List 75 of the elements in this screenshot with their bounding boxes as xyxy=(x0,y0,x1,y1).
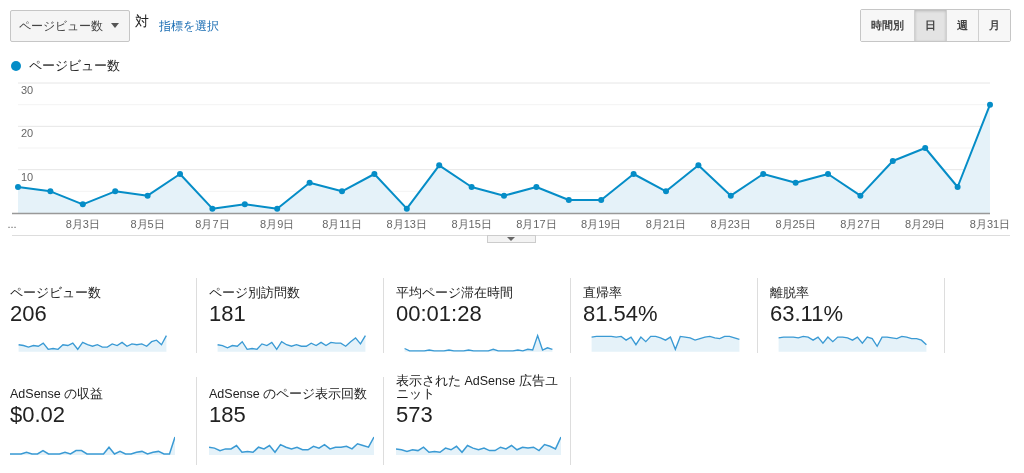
data-point xyxy=(760,171,767,177)
x-tick-label: 8月5日 xyxy=(130,218,165,230)
x-tick-label: 8月17日 xyxy=(516,218,557,230)
x-tick-label: ... xyxy=(7,218,17,230)
data-point xyxy=(922,145,929,151)
x-tick-label: 8月7日 xyxy=(195,218,230,230)
legend-label: ページビュー数 xyxy=(29,57,120,76)
y-tick-label: 20 xyxy=(21,127,34,140)
select-metric-link[interactable]: 指標を選択 xyxy=(159,16,219,35)
x-tick-label: 8月11日 xyxy=(322,218,362,230)
metric-label: 平均ページ滞在時間 xyxy=(396,284,514,302)
x-tick-label: 8月9日 xyxy=(260,218,295,230)
caret-icon xyxy=(111,23,119,28)
y-tick-label: 30 xyxy=(21,84,34,96)
metric-label: AdSense の収益 xyxy=(10,386,105,403)
data-point xyxy=(695,162,702,169)
data-point xyxy=(371,171,378,177)
data-point xyxy=(857,192,864,199)
x-tick-label: 8月29日 xyxy=(905,218,946,230)
x-tick-label: 8月23日 xyxy=(710,218,751,230)
data-point xyxy=(727,192,734,199)
data-point xyxy=(436,162,443,169)
expand-handle[interactable] xyxy=(487,235,536,243)
data-point xyxy=(987,101,993,108)
data-point xyxy=(241,201,248,208)
data-point xyxy=(954,184,961,190)
metric-value: 63.11% xyxy=(770,301,844,326)
metric-value: 185 xyxy=(209,403,247,427)
data-point xyxy=(598,197,605,203)
metric-value: 181 xyxy=(209,301,247,326)
metric-value: 206 xyxy=(10,301,48,326)
data-point xyxy=(630,171,637,177)
metric-label: AdSense のページ表示回数 xyxy=(209,386,369,403)
granularity-tab[interactable]: 月 xyxy=(978,10,1010,41)
data-point xyxy=(468,184,475,190)
x-tick-label: 8月31日 xyxy=(969,218,1011,230)
data-point xyxy=(79,201,86,208)
data-point xyxy=(792,179,799,186)
granularity-tab[interactable]: 日 xyxy=(914,10,946,41)
x-tick-label: 8月13日 xyxy=(386,218,427,230)
x-tick-label: 8月19日 xyxy=(581,218,622,230)
granularity-tab[interactable]: 週 xyxy=(946,10,978,41)
data-point xyxy=(144,192,151,199)
data-point xyxy=(565,197,572,203)
metric-value: 81.54% xyxy=(583,301,659,326)
metric-value: $0.02 xyxy=(10,403,67,427)
data-point xyxy=(15,184,21,190)
data-point xyxy=(403,205,410,212)
x-tick-label: 8月21日 xyxy=(645,218,687,230)
data-point xyxy=(339,188,345,195)
data-point xyxy=(209,205,216,212)
metric-label: 離脱率 xyxy=(770,284,810,302)
metric-label: ページビュー数 xyxy=(10,284,102,302)
data-point xyxy=(274,205,281,212)
data-point xyxy=(663,188,669,195)
metric-value: 00:01:28 xyxy=(396,301,483,326)
data-point xyxy=(306,179,313,186)
data-point xyxy=(501,192,507,199)
data-point xyxy=(112,188,119,195)
x-tick-label: 8月3日 xyxy=(65,218,100,230)
x-tick-label: 8月27日 xyxy=(840,218,881,230)
granularity-tab[interactable]: 時間別 xyxy=(861,10,914,41)
metric-label: ページ別訪問数 xyxy=(209,284,301,302)
x-tick-label: 8月25日 xyxy=(775,218,816,230)
metric-label: 直帰率 xyxy=(583,284,623,302)
data-point xyxy=(533,184,540,190)
data-point xyxy=(47,188,54,195)
x-tick-label: 8月15日 xyxy=(451,218,492,230)
versus-label: 対 xyxy=(135,11,149,31)
data-point xyxy=(177,171,183,177)
y-tick-label: 10 xyxy=(21,170,34,183)
data-point xyxy=(889,158,896,164)
metric-dropdown[interactable]: ページビュー数 xyxy=(10,9,130,42)
data-point xyxy=(825,171,831,177)
metric-value: 573 xyxy=(396,403,434,427)
